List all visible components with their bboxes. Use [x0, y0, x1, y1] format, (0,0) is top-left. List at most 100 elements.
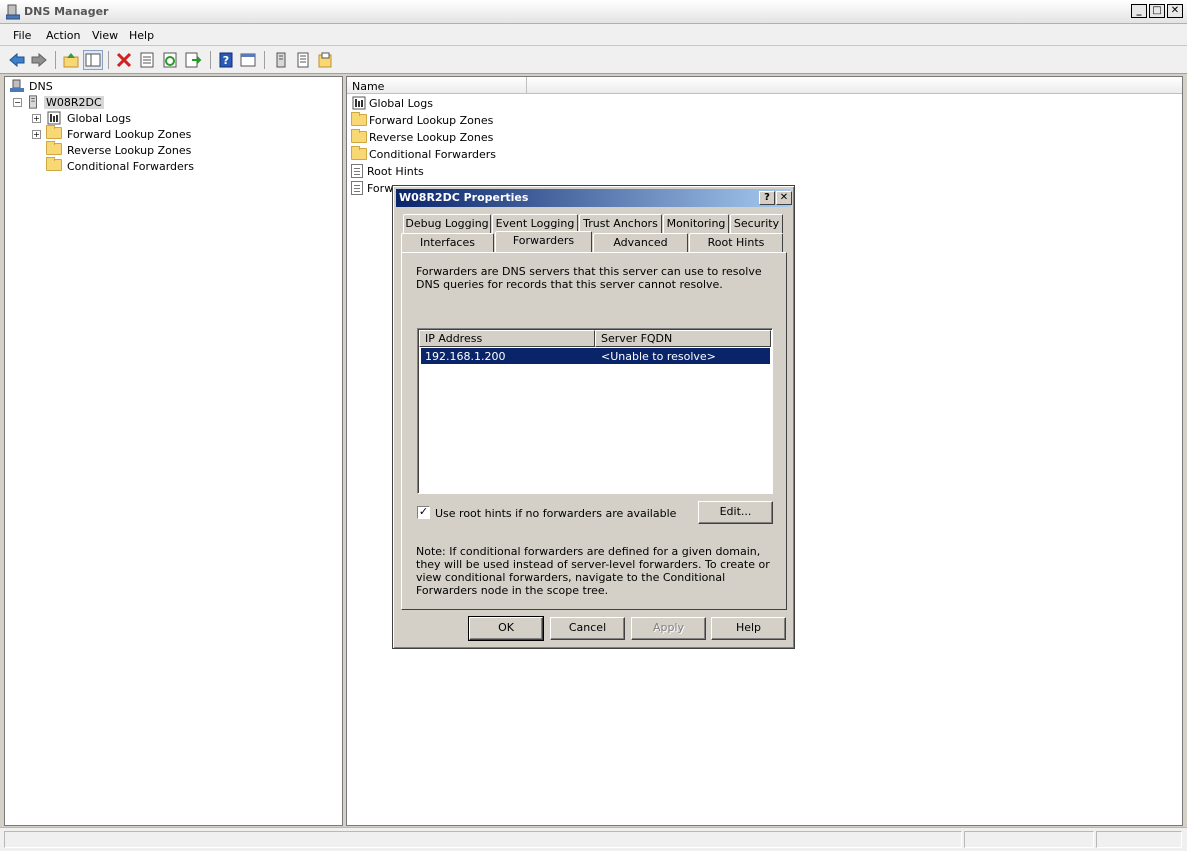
delete-icon[interactable]	[115, 51, 133, 69]
zone-icon[interactable]	[316, 51, 334, 69]
toolbar-separator	[55, 51, 56, 69]
use-root-hints-label[interactable]: Use root hints if no forwarders are avai…	[435, 507, 676, 520]
tab-root-hints[interactable]: Root Hints	[689, 233, 783, 252]
edit-button[interactable]: Edit...	[698, 501, 773, 524]
tab-monitoring[interactable]: Monitoring	[663, 214, 729, 233]
server-icon[interactable]	[272, 51, 290, 69]
list-item-label: Global Logs	[369, 96, 433, 110]
tree-label: Reverse Lookup Zones	[67, 143, 192, 157]
folder-icon	[351, 146, 367, 160]
conditional-forwarders-note: Note: If conditional forwarders are defi…	[416, 545, 770, 597]
folder-icon	[46, 157, 62, 171]
forward-icon[interactable]	[30, 51, 48, 69]
maximize-button[interactable]: □	[1149, 4, 1165, 18]
list-item[interactable]: Conditional Forwarders	[351, 146, 496, 162]
status-cell	[1096, 831, 1182, 848]
properties-icon[interactable]	[138, 51, 156, 69]
title-bar: DNS Manager _ □ ✕	[0, 0, 1187, 24]
tab-debug-logging[interactable]: Debug Logging	[403, 214, 491, 233]
list-item-label: Conditional Forwarders	[369, 147, 497, 161]
folder-icon	[46, 125, 62, 139]
status-cell	[4, 831, 962, 848]
export-icon[interactable]	[184, 51, 202, 69]
folder-icon	[351, 112, 367, 126]
table-row[interactable]: 192.168.1.200 <Unable to resolve>	[421, 348, 770, 364]
dialog-help-button[interactable]: ?	[759, 191, 775, 205]
back-icon[interactable]	[8, 51, 26, 69]
toolbar-separator	[210, 51, 211, 69]
forwarders-list[interactable]: IP Address Server FQDN 192.168.1.200 <Un…	[417, 328, 773, 494]
log-icon	[352, 96, 366, 110]
cell-server-fqdn: <Unable to resolve>	[601, 350, 716, 363]
dialog-title-bar[interactable]: W08R2DC Properties ? ✕	[396, 189, 792, 207]
window-title: DNS Manager	[24, 5, 109, 18]
toolbar-separator	[264, 51, 265, 69]
tab-trust-anchors[interactable]: Trust Anchors	[579, 214, 662, 233]
tab-advanced[interactable]: Advanced	[593, 233, 688, 252]
help-button[interactable]: Help	[711, 617, 786, 640]
list-item[interactable]: Forward Lookup Zones	[351, 112, 493, 128]
properties-dialog: W08R2DC Properties ? ✕ Debug Logging Eve…	[392, 185, 795, 649]
tab-forwarders[interactable]: Forwarders	[495, 231, 592, 252]
status-cell	[964, 831, 1094, 848]
list-item[interactable]: Global Logs	[351, 95, 433, 111]
forwarders-description: Forwarders are DNS servers that this ser…	[416, 265, 762, 291]
cell-ip-address: 192.168.1.200	[425, 350, 506, 363]
expand-icon[interactable]: +	[32, 129, 41, 139]
tree-item-reverse-lookup-zones[interactable]: Reverse Lookup Zones	[46, 141, 192, 158]
tree-item-conditional-forwarders[interactable]: Conditional Forwarders	[46, 157, 195, 174]
up-icon[interactable]	[62, 51, 80, 69]
apply-button[interactable]: Apply	[631, 617, 706, 640]
document-icon	[351, 181, 363, 195]
list-item[interactable]: Root Hints	[351, 163, 424, 179]
toolbar-separator	[108, 51, 109, 69]
dialog-title: W08R2DC Properties	[399, 191, 529, 204]
tab-interfaces[interactable]: Interfaces	[401, 233, 494, 252]
log-icon	[47, 111, 61, 125]
ok-button[interactable]: OK	[468, 616, 544, 641]
expand-icon[interactable]: +	[32, 113, 41, 123]
tree-item-server[interactable]: − W08R2DC	[13, 94, 104, 110]
column-header-ip-address[interactable]: IP Address	[419, 330, 595, 347]
tree-label: Conditional Forwarders	[67, 159, 195, 173]
tree-item-forward-lookup-zones[interactable]: + Forward Lookup Zones	[32, 125, 192, 142]
column-divider[interactable]	[526, 77, 527, 94]
list-item[interactable]: Reverse Lookup Zones	[351, 129, 493, 145]
close-button[interactable]: ✕	[1167, 4, 1183, 18]
list-item[interactable]: Forw	[351, 180, 393, 196]
menu-bar: File Action View Help	[0, 24, 1187, 46]
menu-action[interactable]: Action	[46, 29, 80, 42]
dialog-close-button[interactable]: ✕	[776, 191, 792, 205]
dns-app-icon	[6, 4, 20, 20]
menu-file[interactable]: File	[13, 29, 31, 42]
tab-security[interactable]: Security	[730, 214, 783, 233]
tree-label-dns: DNS	[29, 79, 53, 93]
console-icon[interactable]	[239, 51, 257, 69]
minimize-button[interactable]: _	[1131, 4, 1147, 18]
show-hide-tree-icon[interactable]	[83, 50, 103, 70]
column-header[interactable]: Name	[347, 77, 1182, 94]
column-header-name[interactable]: Name	[352, 80, 384, 93]
list-icon[interactable]	[294, 51, 312, 69]
column-header-server-fqdn[interactable]: Server FQDN	[595, 330, 771, 347]
list-item-label: Reverse Lookup Zones	[369, 130, 494, 144]
folder-icon	[46, 141, 62, 155]
document-icon	[351, 164, 363, 178]
tree-item-global-logs[interactable]: + Global Logs	[32, 110, 131, 126]
tree-label: Forward Lookup Zones	[67, 127, 192, 141]
cancel-button[interactable]: Cancel	[550, 617, 625, 640]
help-icon[interactable]: ?	[217, 51, 235, 69]
server-icon	[29, 95, 37, 109]
use-root-hints-checkbox[interactable]: ✓	[417, 506, 430, 519]
forwarders-panel: Forwarders are DNS servers that this ser…	[401, 252, 787, 610]
refresh-icon[interactable]	[161, 51, 179, 69]
tree-item-dns[interactable]: DNS	[10, 78, 53, 94]
toolbar: ?	[0, 46, 1187, 74]
menu-view[interactable]: View	[92, 29, 118, 42]
tree-label-server: W08R2DC	[44, 95, 104, 109]
menu-help[interactable]: Help	[129, 29, 154, 42]
dns-icon	[10, 79, 24, 92]
collapse-icon[interactable]: −	[13, 97, 22, 107]
tree-label: Global Logs	[67, 111, 131, 125]
scope-tree: DNS − W08R2DC + Global Logs + Forward Lo…	[4, 76, 343, 826]
